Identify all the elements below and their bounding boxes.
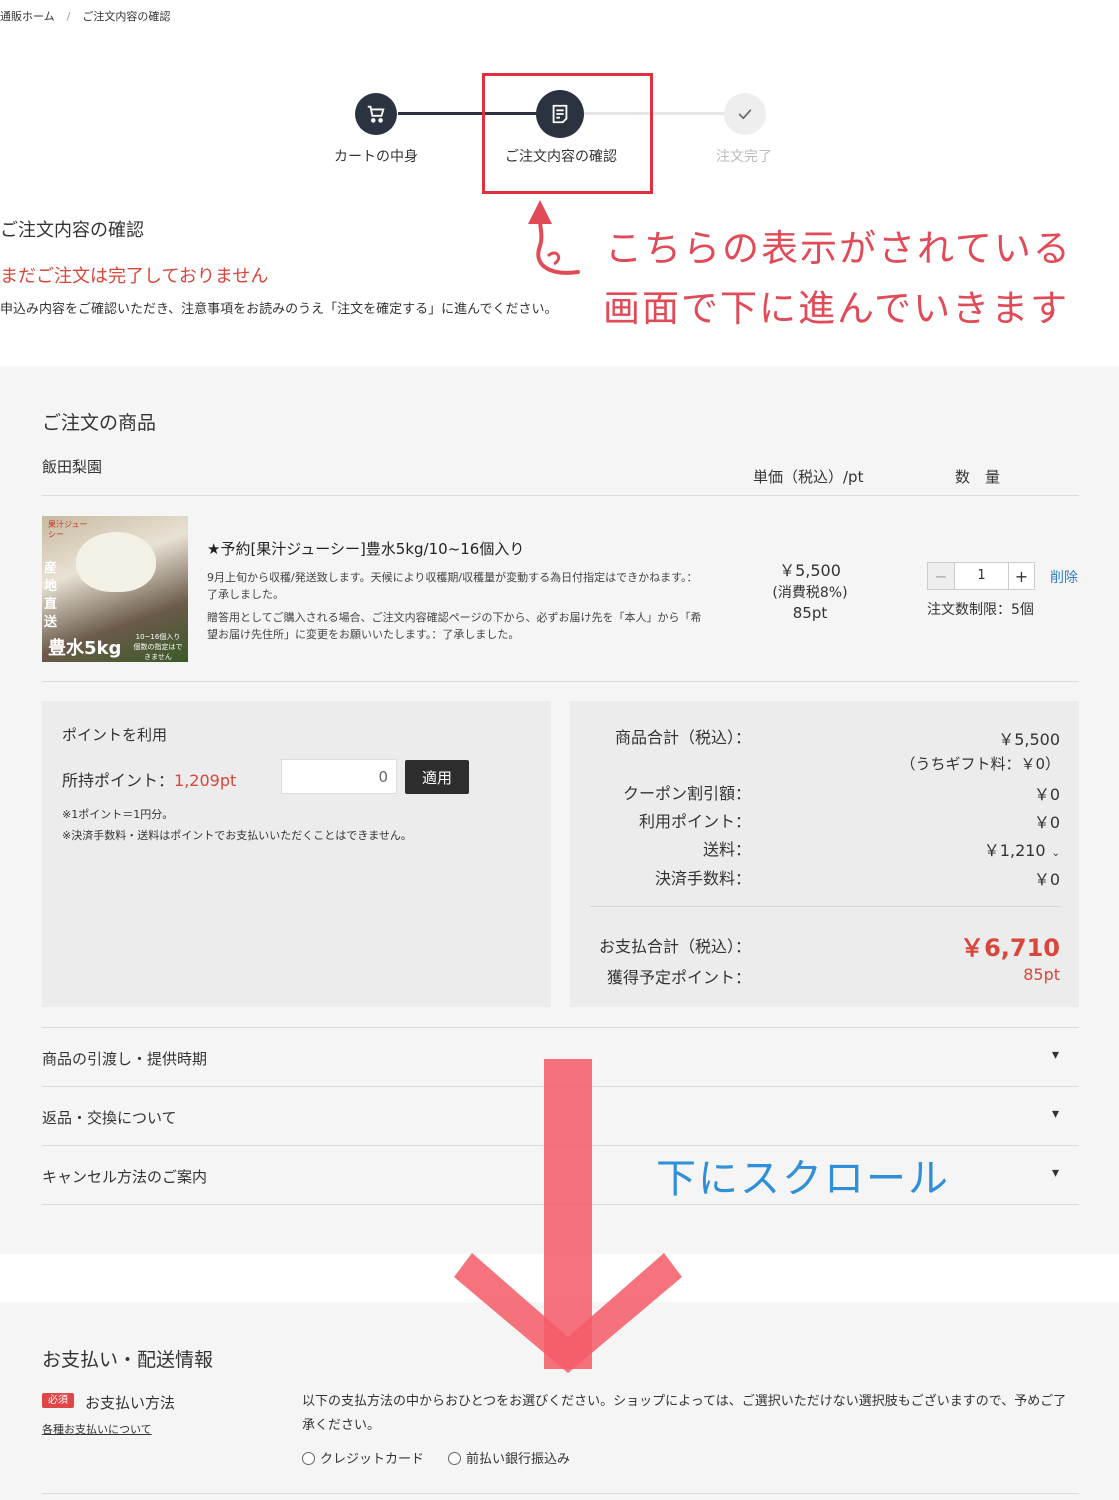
points-box	[42, 701, 551, 1007]
gift-fee-note: （うちギフト料：￥0）	[900, 755, 1060, 773]
owned-points-value: 1,209pt	[174, 771, 237, 790]
radio-credit-card[interactable]	[302, 1452, 315, 1465]
shipping-value[interactable]: ￥1,210 ⌄	[984, 837, 1060, 861]
step-complete	[724, 93, 766, 135]
earn-points-label: 獲得予定ポイント：	[606, 968, 751, 987]
step-label-complete: 注文完了	[716, 149, 772, 165]
quantity-stepper: − 1 +	[927, 562, 1035, 590]
accordion-delivery-timing[interactable]: 商品の引渡し・提供時期	[42, 1048, 207, 1069]
qty-decrease-button[interactable]: −	[928, 563, 954, 589]
earn-points-value: 85pt	[1023, 965, 1060, 984]
owned-points: 所持ポイント：1,209pt	[62, 767, 236, 791]
delete-link[interactable]: 削除	[1050, 567, 1078, 587]
product-image-fruit	[76, 532, 156, 592]
annotation-down-arrow	[454, 1059, 682, 1373]
annotation-scroll-text: 下にスクロール	[656, 1156, 950, 1202]
subtotal-label: 商品合計（税込）：	[614, 728, 751, 747]
payment-method-label: お支払い方法	[85, 1394, 176, 1412]
annotation-text-line1: こちらの表示がされている	[605, 227, 1072, 270]
accordion-cancellation[interactable]: キャンセル方法のご案内	[42, 1166, 207, 1187]
shipping-label: 送料：	[702, 840, 751, 859]
qty-value[interactable]: 1	[954, 563, 1008, 589]
qty-increase-button[interactable]: +	[1008, 563, 1034, 589]
payment-option-credit[interactable]: クレジットカード	[302, 1448, 424, 1467]
intro-text: 申込み内容をご確認いただき、注意事項をお読みのうえ「注文を確定する」に進んでくだ…	[0, 302, 558, 317]
points-note-1: ※1ポイント＝1円分。	[62, 808, 174, 821]
product-description-2: 贈答用としてご購入される場合、ご注文内容確認ページの下から、必ずお届け先を「本人…	[207, 611, 702, 641]
breadcrumb-current: ご注文内容の確認	[82, 10, 171, 23]
divider	[42, 1493, 1079, 1494]
order-section-title: ご注文の商品	[42, 412, 157, 434]
product-image-corner-label: 果汁ジューシー	[48, 520, 88, 539]
check-icon	[738, 109, 752, 120]
chevron-down-icon: ⌄	[1051, 848, 1060, 859]
points-input[interactable]: 0	[281, 759, 397, 794]
column-qty-header: 数 量	[955, 468, 1001, 486]
divider	[42, 1027, 1079, 1028]
divider	[590, 906, 1060, 907]
total-label: お支払合計（税込）：	[598, 937, 751, 956]
chevron-down-icon[interactable]: ▾	[1052, 1165, 1059, 1181]
product-description: 9月上旬から収穫/発送致します。天候により収穫期/収穫量が変動する為日付指定はで…	[207, 569, 707, 643]
divider	[42, 681, 1079, 682]
shipping-value-text: ￥1,210	[983, 841, 1046, 860]
payment-option-bank[interactable]: 前払い銀行振込み	[448, 1448, 570, 1467]
radio-bank-transfer[interactable]	[448, 1452, 461, 1465]
breadcrumb-home-link[interactable]: 通販ホーム	[0, 10, 55, 23]
column-price-header: 単価（税込）/pt	[753, 468, 864, 486]
apply-points-button[interactable]: 適用	[405, 760, 469, 794]
payment-section-title: お支払い・配送情報	[42, 1349, 214, 1371]
total-value: ￥6,710	[960, 934, 1060, 962]
payment-description: 以下の支払方法の中からおひとつをお選びください。ショップによっては、ご選択いただ…	[302, 1394, 1067, 1433]
shop-name: 飯田梨園	[42, 458, 103, 476]
coupon-label: クーポン割引額：	[622, 784, 751, 803]
used-points-label: 利用ポイント：	[638, 812, 751, 831]
order-limit-text: 注文数制限：5個	[927, 602, 1034, 618]
step-label-cart: カートの中身	[334, 149, 418, 165]
payment-fee-value: ￥0	[1033, 870, 1060, 889]
product-image-side-label: 産地直送	[44, 561, 58, 630]
breadcrumb-separator: /	[66, 10, 71, 23]
payment-info-link[interactable]: 各種お支払いについて	[42, 1421, 152, 1437]
cart-icon	[367, 105, 385, 123]
points-note-2: ※決済手数料・送料はポイントでお支払いいただくことはできません。	[62, 829, 412, 842]
subtotal-value: ￥5,500	[998, 730, 1060, 749]
product-image-main-label: 豊水5kg	[48, 638, 122, 659]
coupon-value: ￥0	[1033, 785, 1060, 804]
payment-fee-label: 決済手数料：	[654, 869, 751, 888]
points-box-title: ポイントを利用	[62, 726, 168, 744]
payment-option-bank-label: 前払い銀行振込み	[466, 1452, 571, 1467]
owned-points-label: 所持ポイント：	[62, 771, 175, 790]
required-badge: 必須	[42, 1393, 74, 1408]
page-title: ご注文内容の確認	[0, 220, 144, 241]
payment-option-credit-label: クレジットカード	[320, 1452, 425, 1467]
breadcrumb: 通販ホーム / ご注文内容の確認	[0, 8, 170, 24]
accordion-returns[interactable]: 返品・交換について	[42, 1107, 177, 1128]
divider	[42, 495, 1079, 496]
product-price: ￥5,500	[779, 561, 841, 580]
step-cart	[355, 93, 397, 135]
used-points-value: ￥0	[1033, 813, 1060, 832]
product-tax-note: (消費税8%)	[772, 585, 848, 601]
chevron-down-icon[interactable]: ▾	[1052, 1047, 1059, 1063]
product-image[interactable]: 果汁ジューシー 産地直送 豊水5kg 10~16個入り 個数の指定はできません	[42, 516, 188, 662]
product-points: 85pt	[792, 604, 828, 622]
annotation-text-line2: 画面で下に進んでいきます	[603, 287, 1070, 330]
product-image-note-label: 10~16個入り 個数の指定はできません	[133, 633, 183, 661]
not-complete-warning: まだご注文は完了しておりません	[0, 266, 269, 287]
annotation-curved-arrow	[528, 200, 580, 275]
annotation-highlight-box	[482, 73, 653, 194]
product-description-1: 9月上旬から収穫/発送致します。天候により収穫期/収穫量が変動する為日付指定はで…	[207, 571, 698, 601]
chevron-down-icon[interactable]: ▾	[1052, 1106, 1059, 1122]
product-name[interactable]: ★予約[果汁ジューシー]豊水5kg/10~16個入り	[207, 538, 524, 559]
